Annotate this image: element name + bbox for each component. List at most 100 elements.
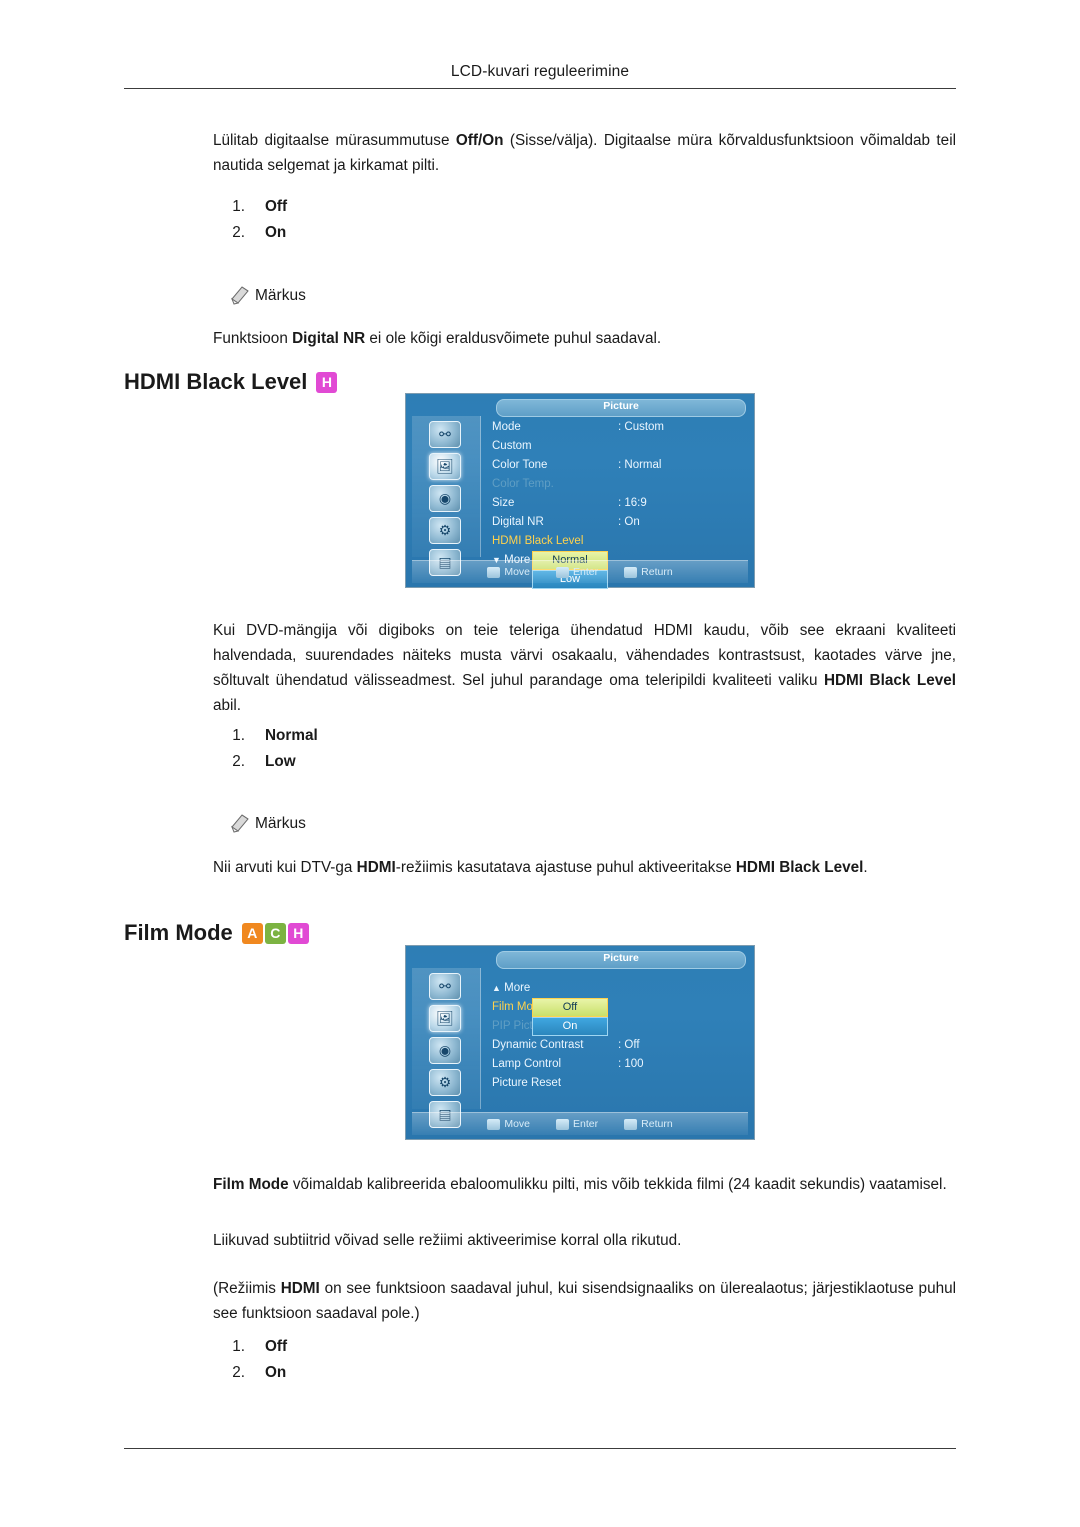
osd-footer-label: Return <box>641 1118 673 1130</box>
osd-footer-label: Move <box>504 566 531 578</box>
badge-h: H <box>287 922 309 944</box>
note-label: Märkus <box>255 287 306 304</box>
osd-row[interactable]: Picture Reset <box>492 1074 748 1093</box>
hdmi-paragraph: Kui DVD-mängija või digiboks on teie tel… <box>213 618 956 718</box>
osd-menu-rows: ▲ More Film Mode PIP Picture Dynamic Con… <box>492 979 748 1093</box>
osd-icon-setup[interactable]: ⚙ <box>424 1068 466 1096</box>
list-label: Off <box>265 1338 288 1355</box>
list-item: 1. Normal <box>213 723 956 749</box>
header-divider <box>124 88 956 89</box>
osd-icon-input[interactable]: ⚯ <box>424 420 466 448</box>
osd-row-value: : 16:9 <box>618 497 647 509</box>
osd-row-value: : On <box>618 516 640 528</box>
note-bold-2: HDMI Black Level <box>735 859 864 876</box>
hdmi-options-list: 1. Normal 2. Low <box>213 723 956 775</box>
osd-row-label: Color Temp. <box>492 478 554 490</box>
note-text-1: Nii arvuti kui DTV-ga <box>213 859 357 876</box>
hdmi-paragraph-bold: HDMI Black Level <box>823 672 956 689</box>
osd-option-second[interactable]: On <box>532 1017 608 1036</box>
move-icon <box>487 1118 501 1130</box>
list-item: 2. On <box>213 220 956 246</box>
intro-options-list: 1. Off 2. On <box>213 194 956 246</box>
note-icon <box>229 283 251 305</box>
osd-row[interactable]: Size : 16:9 <box>492 494 748 513</box>
osd-row-label: Picture Reset <box>492 1077 562 1089</box>
badge-h: H <box>316 371 338 393</box>
note-text-3: . <box>863 859 868 876</box>
list-item: 2. On <box>213 1360 956 1386</box>
osd-sidebar: ⚯ 🖼 ◉ ⚙ ▤ <box>412 416 481 576</box>
osd-row-selected[interactable]: Film Mode <box>492 998 748 1017</box>
osd-sidebar: ⚯ 🖼 ◉ ⚙ ▤ <box>412 968 481 1128</box>
osd-row[interactable]: Digital NR : On <box>492 513 748 532</box>
osd-row[interactable]: Lamp Control: 100 <box>492 1055 748 1074</box>
osd-row-label: Color Tone <box>492 459 548 471</box>
badge-a: A <box>241 922 263 944</box>
enter-icon <box>556 566 570 578</box>
osd-title: Picture <box>603 400 639 412</box>
osd-row-selected[interactable]: HDMI Black Level <box>492 532 748 551</box>
chevron-up-icon: ▲ <box>492 983 501 993</box>
osd-row-label: Size <box>492 497 515 509</box>
osd-row: PIP Picture <box>492 1017 748 1036</box>
osd-screenshot-hdmi: Picture ⚯ 🖼 ◉ ⚙ ▤ Mode : Custom Custom Co… <box>405 393 755 589</box>
osd-row-value: : Custom <box>618 421 665 433</box>
osd-row[interactable]: Custom <box>492 437 748 456</box>
osd-row-label: ▲ More <box>492 979 530 998</box>
film-mode-paragraph-3: (Režiimis HDMI on see funktsioon saadava… <box>213 1276 956 1326</box>
plug-icon: ⚯ <box>429 972 461 1000</box>
osd-footer-enter: Enter <box>556 566 598 578</box>
list-label: Low <box>265 753 296 770</box>
osd-row-value: : Normal <box>618 459 662 471</box>
list-label: On <box>265 1364 287 1381</box>
osd-footer-label: Enter <box>573 566 599 578</box>
osd-icon-sound[interactable]: ◉ <box>424 1036 466 1064</box>
gear-icon: ⚙ <box>429 1068 461 1096</box>
osd-row-label: Lamp Control <box>492 1058 562 1070</box>
list-label: On <box>265 224 287 241</box>
footer-divider <box>124 1448 956 1449</box>
list-number: 1. <box>232 727 245 744</box>
osd-more-label: More <box>504 982 531 994</box>
osd-row-label: Mode <box>492 421 521 433</box>
osd-icon-setup[interactable]: ⚙ <box>424 516 466 544</box>
badge-c: C <box>264 922 286 944</box>
section-title-text: Film Mode <box>124 920 233 945</box>
list-item: 1. Off <box>213 194 956 220</box>
osd-row[interactable]: Dynamic Contrast: Off <box>492 1036 748 1055</box>
osd-footer-enter: Enter <box>556 1118 598 1130</box>
osd-option-selected[interactable]: Off <box>532 998 608 1017</box>
note-text-2: ei ole kõigi eraldusvõimete puhul saadav… <box>365 330 662 347</box>
note-text-2: -režiimis kasutatava ajastuse puhul akti… <box>395 859 736 876</box>
note-bold: Digital NR <box>292 330 366 347</box>
film-mode-text-3a: (Režiimis <box>213 1280 281 1297</box>
osd-row-label: HDMI Black Level <box>492 535 584 547</box>
film-mode-text: võimaldab kalibreerida ebaloomulikku pil… <box>288 1176 947 1193</box>
note-hdmi: Märkus <box>213 811 972 833</box>
osd-footer: Move Enter Return <box>412 1112 748 1135</box>
osd-icon-input[interactable]: ⚯ <box>424 972 466 1000</box>
osd-footer-move: Move <box>487 1118 530 1130</box>
list-number: 2. <box>232 224 245 241</box>
osd-footer-return: Return <box>624 1118 673 1130</box>
osd-footer-move: Move <box>487 566 530 578</box>
osd-footer: Move Enter Return <box>412 560 748 583</box>
list-number: 1. <box>232 198 245 215</box>
intro-paragraph: Lülitab digitaalse mürasummutuse Off/On … <box>213 128 956 178</box>
osd-row[interactable]: Mode : Custom <box>492 418 748 437</box>
section-title-film-mode: Film Mode A C H <box>124 920 309 946</box>
film-mode-text-3b: on see funktsioon saadaval juhul, kui si… <box>213 1280 956 1322</box>
list-number: 2. <box>232 1364 245 1381</box>
osd-icon-sound[interactable]: ◉ <box>424 484 466 512</box>
list-label: Normal <box>265 727 318 744</box>
note-intro: Märkus <box>213 283 972 305</box>
sound-icon: ◉ <box>429 1036 461 1064</box>
osd-row-more[interactable]: ▲ More <box>492 979 748 998</box>
osd-row-label: Digital NR <box>492 516 544 528</box>
osd-row-label: Custom <box>492 440 532 452</box>
plug-icon: ⚯ <box>429 420 461 448</box>
osd-row[interactable]: Color Tone : Normal <box>492 456 748 475</box>
osd-icon-picture[interactable]: 🖼 <box>424 452 466 480</box>
osd-icon-picture[interactable]: 🖼 <box>424 1004 466 1032</box>
gear-icon: ⚙ <box>429 516 461 544</box>
